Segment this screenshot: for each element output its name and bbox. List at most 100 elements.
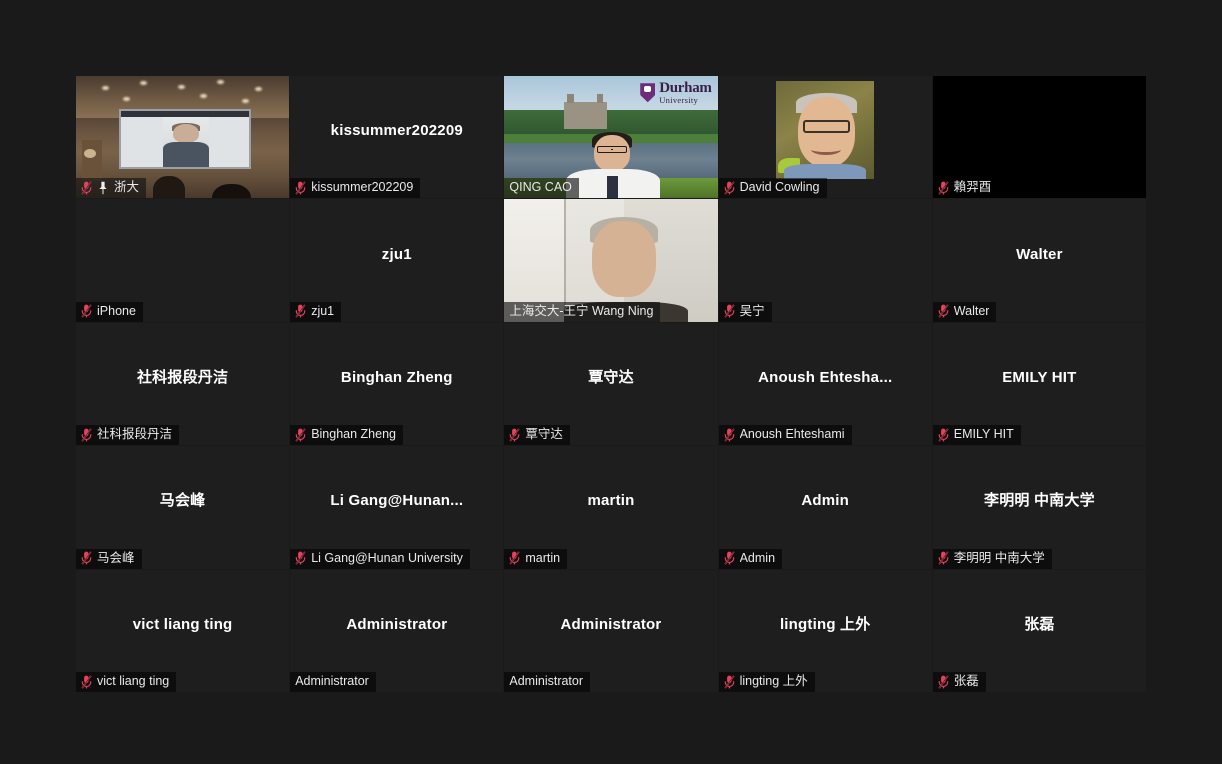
participant-tile[interactable]: 賴羿酉 bbox=[932, 76, 1146, 199]
participant-tile[interactable]: iPhone bbox=[76, 199, 290, 322]
participant-name-label: 浙大 bbox=[114, 180, 140, 195]
participant-name-badge: 浙大 bbox=[76, 178, 147, 199]
participant-tile[interactable]: zju1 zju1 bbox=[290, 199, 504, 322]
participant-name-label: Li Gang@Hunan University bbox=[311, 550, 463, 565]
mic-muted-icon bbox=[81, 551, 92, 565]
participant-name-badge: 李明明 中南大学 bbox=[932, 548, 1052, 569]
participant-name-label: Anoush Ehteshami bbox=[739, 427, 845, 442]
participant-tile[interactable]: kissummer202209 kissummer202209 bbox=[290, 76, 504, 199]
participant-name-label: iPhone bbox=[97, 303, 136, 318]
participant-tile[interactable]: Admin Admin bbox=[718, 446, 932, 569]
participant-name-badge: David Cowling bbox=[718, 178, 827, 199]
participant-name-label: Walter bbox=[953, 303, 990, 318]
participant-name-label: kissummer202209 bbox=[311, 180, 414, 195]
participant-name-badge: lingting 上外 bbox=[718, 672, 815, 692]
participant-tile[interactable]: 社科报段丹洁 社科报段丹洁 bbox=[76, 322, 290, 446]
participant-display-name: 社科报段丹洁 bbox=[136, 368, 229, 386]
participant-tile[interactable]: Li Gang@Hunan... Li Gang@Hunan University bbox=[290, 446, 504, 569]
participant-name-badge: Anoush Ehteshami bbox=[718, 425, 852, 446]
participant-tile[interactable]: Walter Walter bbox=[932, 199, 1146, 322]
participant-tile[interactable]: 浙大 bbox=[76, 76, 290, 199]
participant-tile[interactable]: martin martin bbox=[504, 446, 718, 569]
mic-muted-icon bbox=[724, 181, 735, 195]
mic-muted-icon bbox=[295, 551, 306, 565]
participant-name-label: 社科报段丹洁 bbox=[97, 427, 173, 442]
participant-name-badge: Admin bbox=[718, 548, 783, 569]
participant-tile[interactable]: 上海交大-王宁 Wang Ning bbox=[504, 199, 718, 322]
mic-muted-icon bbox=[724, 428, 735, 442]
participant-tile[interactable]: David Cowling bbox=[718, 76, 932, 199]
mic-muted-icon bbox=[724, 551, 735, 565]
participant-display-name: 李明明 中南大学 bbox=[984, 492, 1095, 510]
mic-muted-icon bbox=[938, 551, 949, 565]
participant-tile[interactable]: Anoush Ehtesha... Anoush Ehteshami bbox=[718, 322, 932, 446]
participant-display-name: lingting 上外 bbox=[779, 615, 871, 633]
avatar bbox=[776, 81, 875, 180]
participant-tile[interactable]: 李明明 中南大学 李明明 中南大学 bbox=[932, 446, 1146, 569]
participant-tile[interactable]: lingting 上外 lingting 上外 bbox=[718, 569, 932, 692]
participant-name-badge: 賴羿酉 bbox=[932, 178, 999, 199]
mic-muted-icon bbox=[938, 674, 949, 689]
participant-name-badge: vict liang ting bbox=[76, 672, 177, 692]
participant-name-label: 李明明 中南大学 bbox=[953, 550, 1045, 565]
mic-muted-icon bbox=[724, 304, 735, 318]
mic-muted-icon bbox=[938, 181, 949, 195]
participant-tile[interactable]: 覃守达 覃守达 bbox=[504, 322, 718, 446]
participant-name-label: 上海交大-王宁 Wang Ning bbox=[509, 303, 654, 318]
participant-tile[interactable]: Administrator Administrator bbox=[290, 569, 504, 692]
participant-name-label: Admin bbox=[739, 550, 776, 565]
participant-tile[interactable]: 吴宁 bbox=[718, 199, 932, 322]
participant-name-badge: 社科报段丹洁 bbox=[76, 425, 180, 446]
participant-display-name: Walter bbox=[1016, 245, 1063, 263]
mic-muted-icon bbox=[509, 551, 520, 565]
participant-name-badge: Li Gang@Hunan University bbox=[290, 548, 470, 569]
participant-display-name: 马会峰 bbox=[159, 492, 206, 510]
participant-display-name: Administrator bbox=[346, 615, 448, 633]
participant-name-badge: Walter bbox=[932, 301, 997, 322]
participant-name-badge: 马会峰 bbox=[76, 548, 142, 569]
participant-tile[interactable]: EMILY HIT EMILY HIT bbox=[932, 322, 1146, 446]
participant-display-name: Binghan Zheng bbox=[340, 368, 453, 386]
participant-name-badge: kissummer202209 bbox=[290, 178, 421, 199]
participant-display-name: Administrator bbox=[560, 615, 662, 633]
durham-university-logo: Durham University bbox=[640, 81, 712, 105]
participant-display-name: 覃守达 bbox=[588, 368, 634, 386]
mic-muted-icon bbox=[295, 304, 306, 318]
mic-muted-icon bbox=[81, 674, 92, 689]
participant-tile[interactable]: 张磊 张磊 bbox=[932, 569, 1146, 692]
mic-muted-icon bbox=[938, 428, 949, 442]
mic-muted-icon bbox=[81, 428, 92, 442]
participant-name-badge: Administrator bbox=[504, 672, 591, 692]
participant-name-label: David Cowling bbox=[739, 180, 820, 195]
participant-name-label: 賴羿酉 bbox=[953, 180, 992, 195]
participant-name-label: 覃守达 bbox=[525, 427, 563, 442]
participant-name-badge: 吴宁 bbox=[718, 301, 772, 322]
participant-name-label: Administrator bbox=[509, 674, 584, 688]
mic-muted-icon bbox=[295, 181, 306, 195]
mic-muted-icon bbox=[938, 304, 949, 318]
participant-tile[interactable]: 马会峰 马会峰 bbox=[76, 446, 290, 569]
participant-name-badge: EMILY HIT bbox=[932, 425, 1021, 446]
participant-name-label: vict liang ting bbox=[97, 674, 170, 688]
participant-name-badge: iPhone bbox=[76, 301, 143, 322]
participant-name-badge: Binghan Zheng bbox=[290, 425, 403, 446]
mic-muted-icon bbox=[81, 181, 92, 195]
participant-display-name: 张磊 bbox=[1024, 615, 1055, 633]
mic-muted-icon bbox=[509, 428, 520, 442]
participant-name-badge: Administrator bbox=[290, 672, 376, 692]
participant-display-name: vict liang ting bbox=[132, 615, 233, 633]
participant-tile[interactable]: Administrator Administrator bbox=[504, 569, 718, 692]
pin-icon bbox=[99, 181, 107, 195]
participant-display-name: Li Gang@Hunan... bbox=[330, 492, 464, 510]
participant-display-name: Admin bbox=[801, 492, 850, 510]
participant-tile[interactable]: vict liang ting vict liang ting bbox=[76, 569, 290, 692]
participant-name-badge: zju1 bbox=[290, 301, 342, 322]
participant-tile[interactable]: Durham University QING CAO bbox=[504, 76, 718, 199]
participant-name-badge: martin bbox=[504, 548, 568, 569]
participant-tile[interactable]: Binghan Zheng Binghan Zheng bbox=[290, 322, 504, 446]
participant-name-badge: 覃守达 bbox=[504, 425, 570, 446]
participant-display-name: kissummer202209 bbox=[330, 122, 463, 140]
participant-display-name: EMILY HIT bbox=[1002, 368, 1077, 386]
participant-name-label: 马会峰 bbox=[97, 550, 135, 565]
durham-shield-icon bbox=[640, 83, 656, 103]
